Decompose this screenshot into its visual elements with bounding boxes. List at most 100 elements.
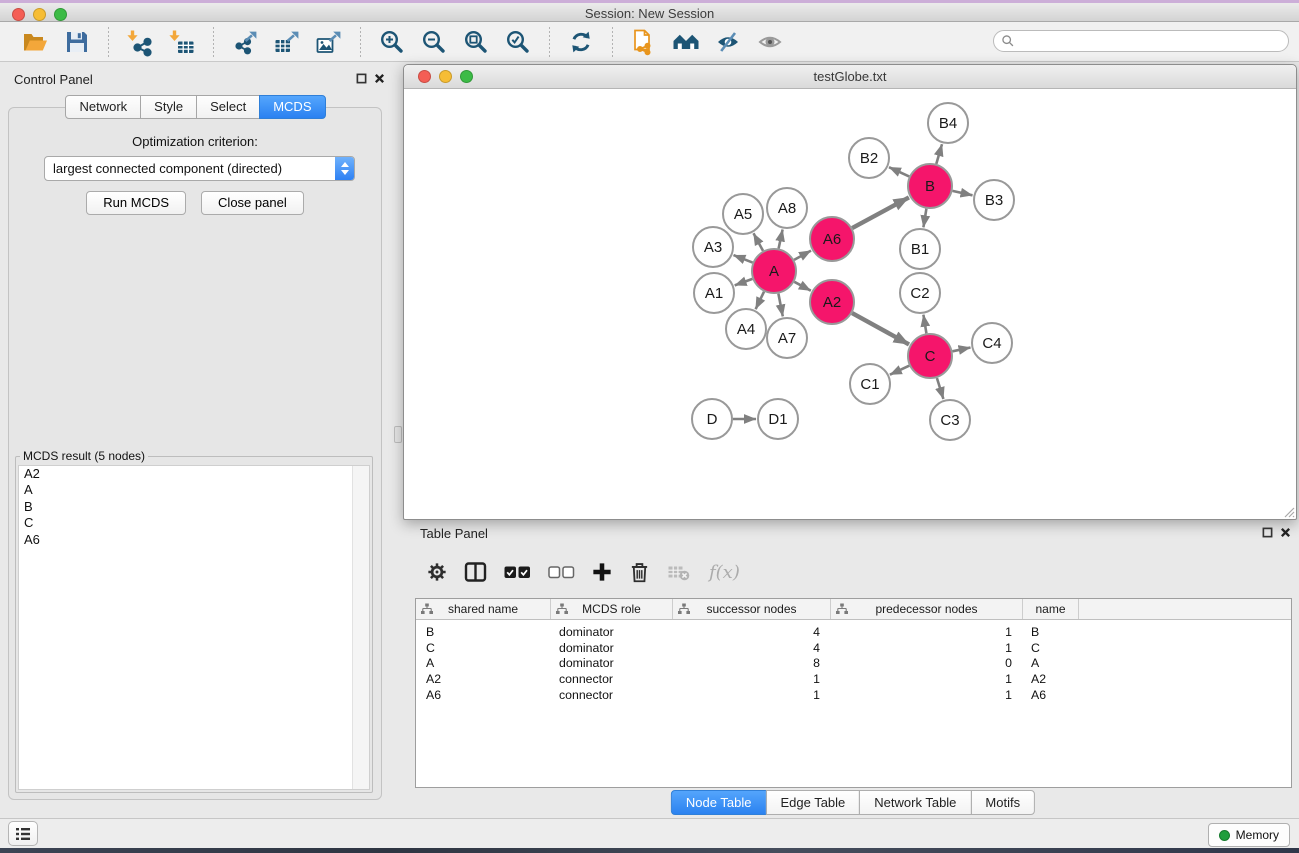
cell-mcds-role[interactable]: dominator — [551, 625, 673, 639]
split-divider-handle[interactable] — [394, 426, 402, 443]
cell-predecessor-nodes[interactable]: 1 — [831, 672, 1023, 686]
close-panel-icon[interactable] — [374, 73, 385, 84]
network-canvas[interactable]: AA1A2A3A4A5A6A7A8BB1B2B3B4CC1C2C3C4DD1 — [406, 89, 1294, 517]
cell-successor-nodes[interactable]: 1 — [673, 672, 831, 686]
cell-name[interactable]: C — [1023, 641, 1079, 655]
tab-edge-table[interactable]: Edge Table — [765, 790, 860, 815]
select-all-icon[interactable] — [504, 564, 531, 580]
search-field[interactable] — [993, 30, 1289, 52]
column-header-successor-nodes[interactable]: successor nodes — [673, 599, 831, 619]
gear-icon[interactable] — [427, 562, 447, 582]
edge-A-A7[interactable] — [778, 294, 782, 317]
cell-shared-name[interactable]: C — [416, 641, 551, 655]
edge-C-C3[interactable] — [937, 378, 944, 399]
edge-A-A5[interactable] — [754, 233, 764, 251]
cell-predecessor-nodes[interactable]: 1 — [831, 625, 1023, 639]
zoom-out-button[interactable] — [419, 27, 449, 57]
node-A7[interactable]: A7 — [767, 318, 807, 358]
import-table-button[interactable] — [167, 27, 197, 57]
show-panels-button[interactable] — [8, 821, 38, 846]
table-row[interactable]: A6connector11A6 — [416, 687, 1291, 703]
cell-name[interactable]: A2 — [1023, 672, 1079, 686]
node-A3[interactable]: A3 — [693, 227, 733, 267]
cell-mcds-role[interactable]: connector — [551, 672, 673, 686]
tab-node-table[interactable]: Node Table — [671, 790, 767, 815]
mcds-result-item[interactable]: A6 — [19, 532, 369, 548]
node-A4[interactable]: A4 — [726, 309, 766, 349]
cell-mcds-role[interactable]: dominator — [551, 656, 673, 670]
edge-A-A4[interactable] — [756, 292, 764, 310]
fx-builder-icon[interactable]: f(x) — [709, 562, 740, 583]
hide-panels-button[interactable] — [713, 27, 743, 57]
edge-B-B1[interactable] — [923, 209, 926, 228]
node-B3[interactable]: B3 — [974, 180, 1014, 220]
table-row[interactable]: Adominator80A — [416, 655, 1291, 671]
node-C[interactable]: C — [908, 334, 952, 378]
edge-A-A3[interactable] — [734, 255, 753, 263]
float-panel-icon[interactable] — [356, 73, 367, 84]
zoom-selected-button[interactable] — [503, 27, 533, 57]
save-session-button[interactable] — [62, 27, 92, 57]
node-C1[interactable]: C1 — [850, 364, 890, 404]
column-header-mcds-role[interactable]: MCDS role — [551, 599, 673, 619]
column-header-name[interactable]: name — [1023, 599, 1079, 619]
cell-shared-name[interactable]: A6 — [416, 688, 551, 702]
table-row[interactable]: Bdominator41B — [416, 624, 1291, 640]
column-header-shared-name[interactable]: shared name — [416, 599, 551, 619]
tab-motifs[interactable]: Motifs — [970, 790, 1035, 815]
open-session-button[interactable] — [20, 27, 50, 57]
zoom-in-button[interactable] — [377, 27, 407, 57]
tab-mcds[interactable]: MCDS — [259, 95, 325, 119]
network-window-titlebar[interactable]: testGlobe.txt — [404, 65, 1296, 89]
search-input[interactable] — [1015, 32, 1288, 50]
edge-B-B4[interactable] — [936, 144, 942, 164]
cell-name[interactable]: A — [1023, 656, 1079, 670]
criterion-dropdown[interactable]: largest connected component (directed) — [44, 156, 355, 181]
cell-predecessor-nodes[interactable]: 0 — [831, 656, 1023, 670]
export-network-button[interactable] — [230, 27, 260, 57]
node-B4[interactable]: B4 — [928, 103, 968, 143]
edge-A6-B[interactable] — [852, 197, 909, 228]
tab-select[interactable]: Select — [196, 95, 260, 119]
memory-button[interactable]: Memory — [1208, 823, 1290, 847]
tab-network-table[interactable]: Network Table — [859, 790, 971, 815]
export-image-button[interactable] — [314, 27, 344, 57]
edge-B-B3[interactable] — [953, 191, 973, 195]
edge-A-A2[interactable] — [794, 282, 811, 291]
node-C4[interactable]: C4 — [972, 323, 1012, 363]
node-A2[interactable]: A2 — [810, 280, 854, 324]
tab-network[interactable]: Network — [65, 95, 141, 119]
node-C2[interactable]: C2 — [900, 273, 940, 313]
node-A1[interactable]: A1 — [694, 273, 734, 313]
node-D1[interactable]: D1 — [758, 399, 798, 439]
edge-A-A1[interactable] — [735, 279, 753, 286]
edge-C-C2[interactable] — [923, 315, 926, 334]
node-C3[interactable]: C3 — [930, 400, 970, 440]
cell-successor-nodes[interactable]: 1 — [673, 688, 831, 702]
node-A8[interactable]: A8 — [767, 188, 807, 228]
column-header-predecessor-nodes[interactable]: predecessor nodes — [831, 599, 1023, 619]
node-B2[interactable]: B2 — [849, 138, 889, 178]
edge-B-B2[interactable] — [889, 167, 909, 176]
cell-shared-name[interactable]: A2 — [416, 672, 551, 686]
cell-mcds-role[interactable]: dominator — [551, 641, 673, 655]
edge-C-C4[interactable] — [953, 348, 971, 352]
import-network-button[interactable] — [125, 27, 155, 57]
node-B[interactable]: B — [908, 164, 952, 208]
cell-name[interactable]: A6 — [1023, 688, 1079, 702]
table-row[interactable]: Cdominator41C — [416, 640, 1291, 656]
close-panel-button[interactable]: Close panel — [201, 191, 304, 215]
add-row-icon[interactable] — [592, 562, 612, 582]
node-A[interactable]: A — [752, 249, 796, 293]
node-A6[interactable]: A6 — [810, 217, 854, 261]
edge-A2-C[interactable] — [852, 313, 909, 344]
table-row[interactable]: A2connector11A2 — [416, 671, 1291, 687]
show-panel-button[interactable] — [755, 27, 785, 57]
close-table-panel-icon[interactable] — [1280, 527, 1291, 538]
cell-predecessor-nodes[interactable]: 1 — [831, 641, 1023, 655]
mcds-result-item[interactable]: B — [19, 499, 369, 515]
deselect-all-icon[interactable] — [548, 564, 575, 580]
edge-C-C1[interactable] — [890, 366, 909, 375]
cell-successor-nodes[interactable]: 8 — [673, 656, 831, 670]
edge-A-A8[interactable] — [779, 230, 783, 249]
